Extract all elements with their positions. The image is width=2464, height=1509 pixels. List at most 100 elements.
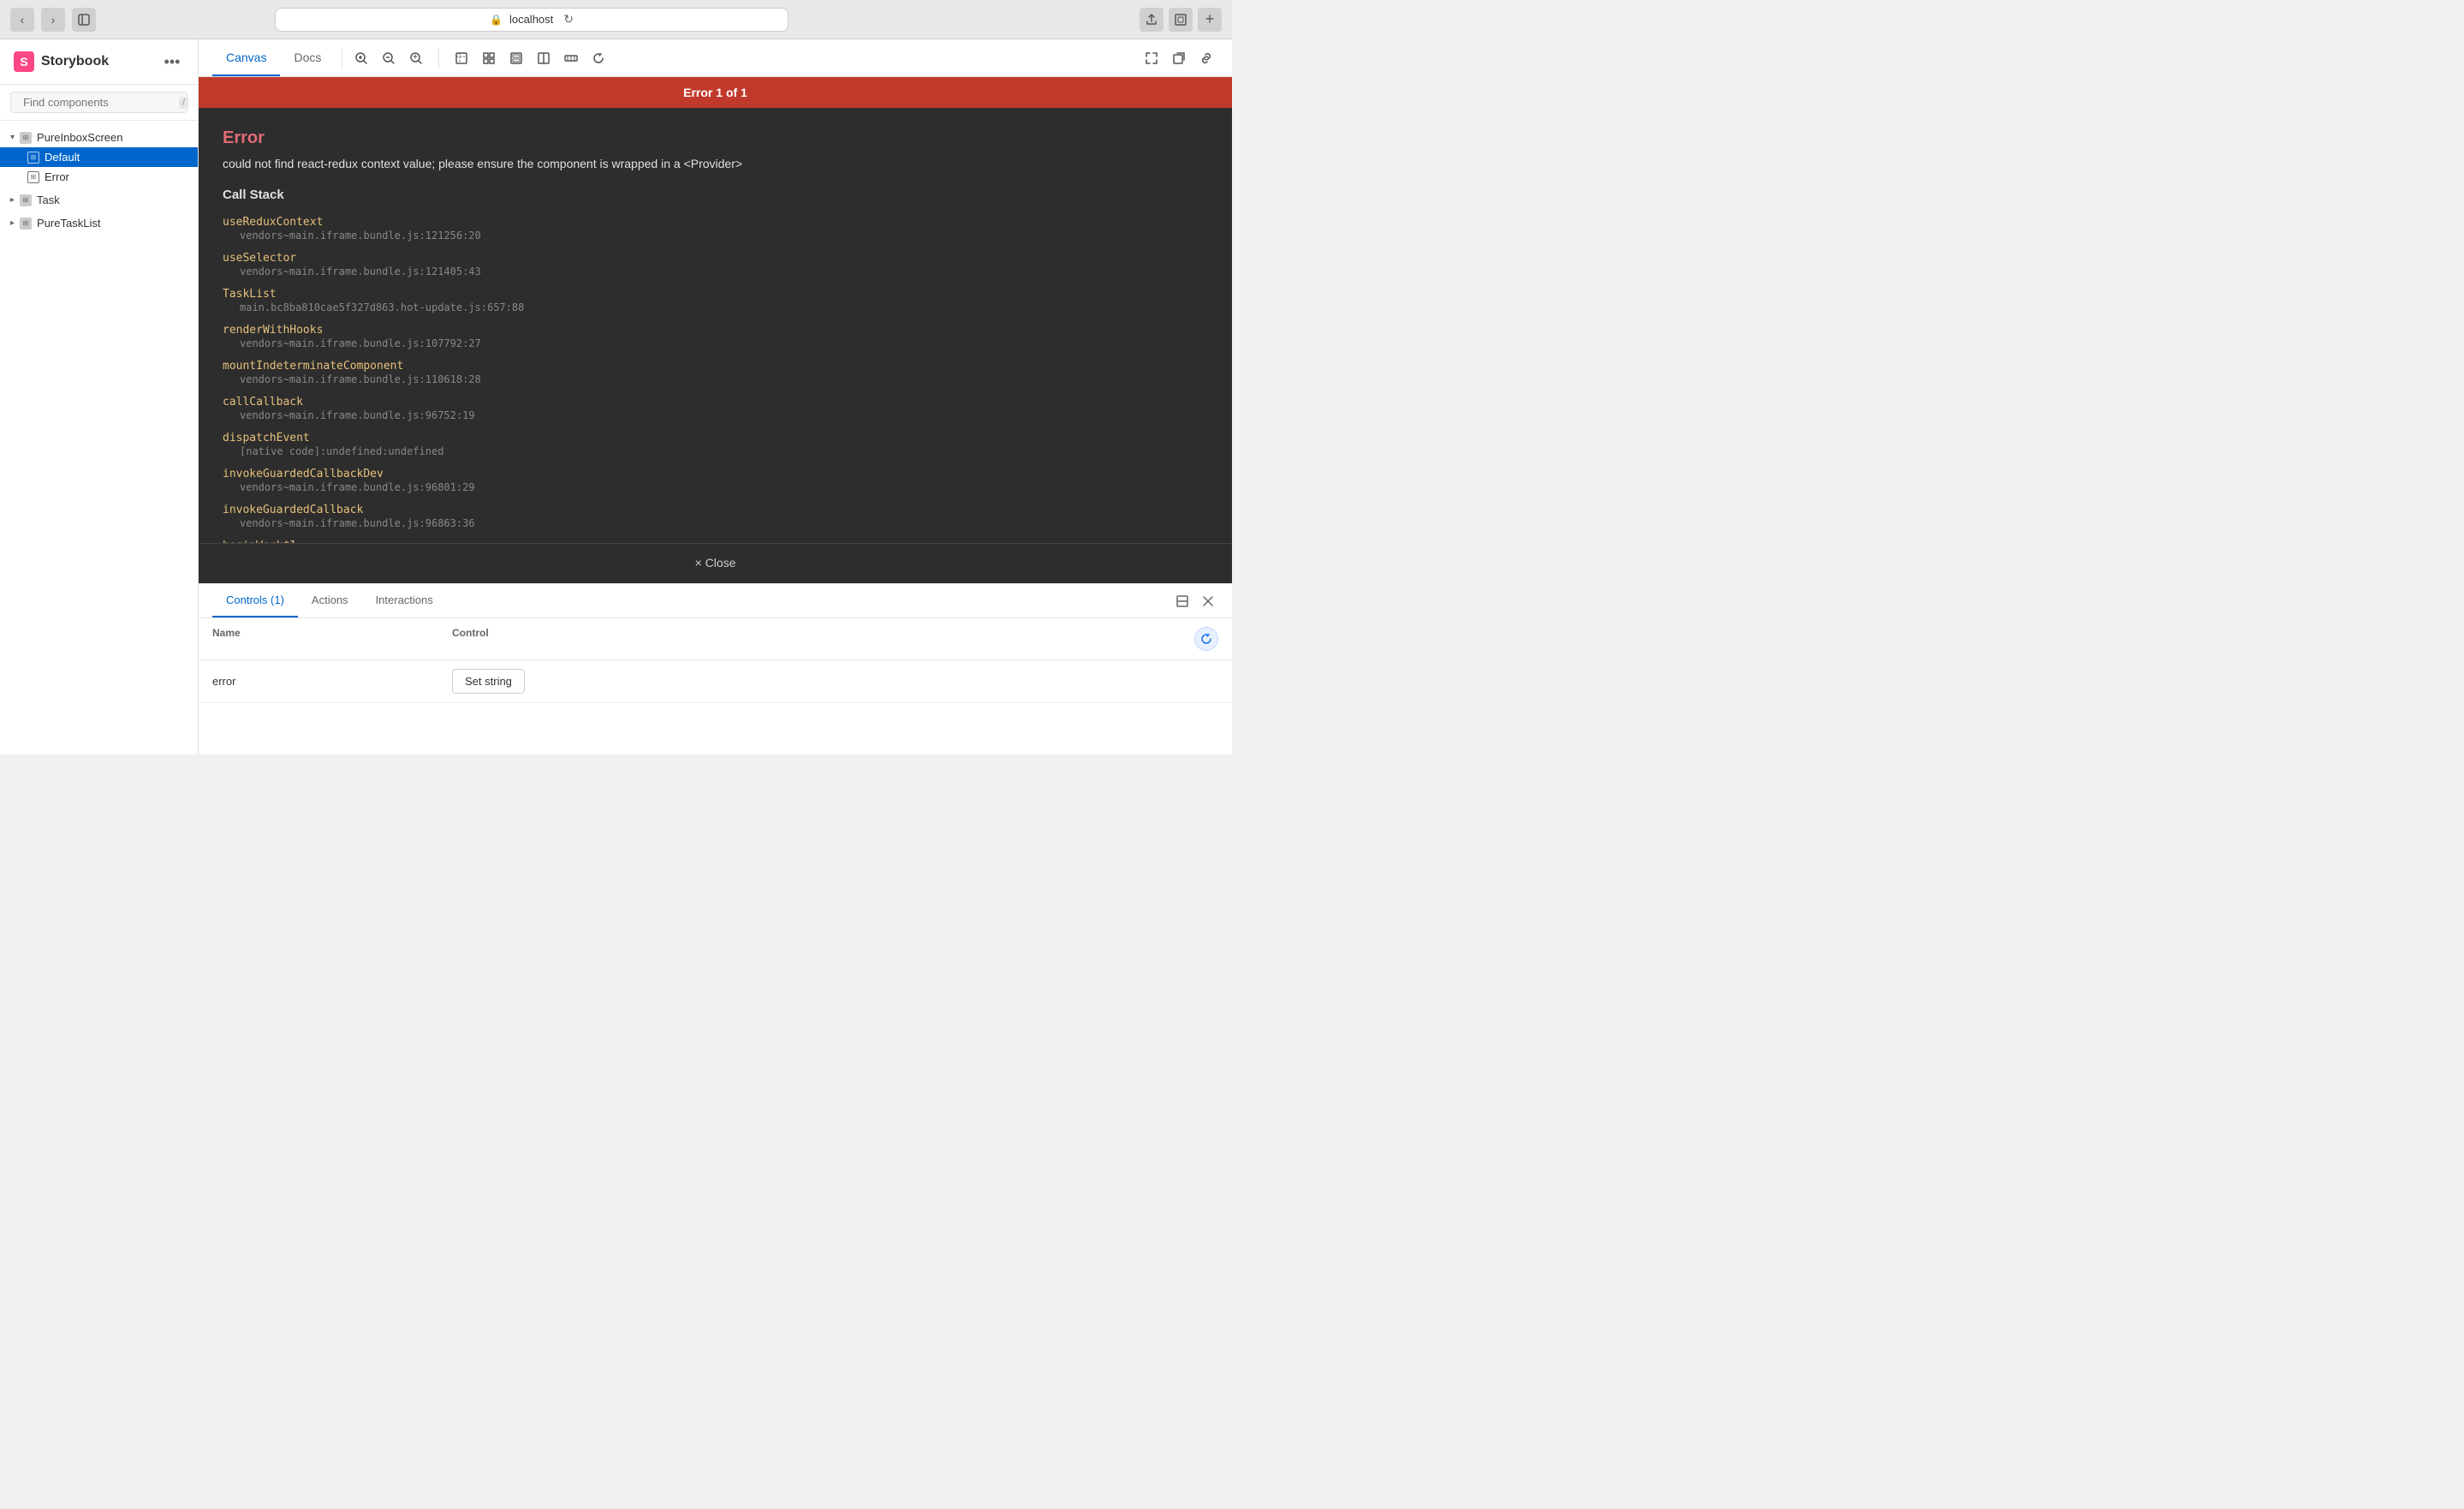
stack-item: useSelectorvendors~main.iframe.bundle.js… [223,250,1208,277]
controls-row: error Set string [199,660,1232,703]
stack-item: mountIndeterminateComponentvendors~main.… [223,358,1208,385]
bottom-tabs: Controls (1) Actions Interactions [199,584,1232,618]
nav-group-label: PureInboxScreen [37,131,122,144]
set-string-button[interactable]: Set string [452,669,525,694]
controls-header-name: Name [212,627,452,651]
expand-panel-button[interactable] [1172,591,1193,611]
grid-button[interactable] [477,46,501,70]
stack-item: invokeGuardedCallbackvendors~main.iframe… [223,502,1208,529]
stack-fn: TaskList [223,288,277,301]
error-banner: Error 1 of 1 [199,77,1232,108]
nav-group-puretasklist: ▸ ⊞ PureTaskList [0,213,198,233]
layout-button[interactable] [532,46,556,70]
component-icon: ⊞ [20,218,32,230]
stack-loc: vendors~main.iframe.bundle.js:110618:28 [223,373,1208,385]
nav-item-error[interactable]: ⊞ Error [0,167,198,187]
nav-group-header-puretasklist[interactable]: ▸ ⊞ PureTaskList [0,213,198,233]
fullscreen-canvas-button[interactable] [1140,46,1164,70]
forward-button[interactable]: › [41,8,65,32]
sidebar: S Storybook ••• / ▾ ⊞ PureInboxSc [0,39,199,754]
tab-actions[interactable]: Actions [298,584,362,617]
outline-button[interactable] [504,46,528,70]
stack-item: callCallbackvendors~main.iframe.bundle.j… [223,394,1208,421]
browser-chrome: ‹ › 🔒 localhost ↻ + [0,0,1232,39]
call-stack-title: Call Stack [223,188,1208,202]
toolbar-divider-2 [438,48,439,69]
controls-header-control: Control [452,627,1194,651]
control-name-error: error [212,675,452,688]
sidebar-logo: S Storybook [14,51,109,72]
tab-canvas[interactable]: Canvas [212,39,280,76]
stack-loc: vendors~main.iframe.bundle.js:121256:20 [223,230,1208,242]
sidebar-menu-button[interactable]: ••• [160,50,184,74]
back-button[interactable]: ‹ [10,8,34,32]
address-bar[interactable]: 🔒 localhost ↻ [275,8,789,32]
search-wrapper: / [10,92,187,113]
stack-fn: useReduxContext [223,216,323,229]
add-tab-button[interactable]: + [1198,8,1222,32]
story-icon: ⊞ [27,152,39,164]
error-content: Error could not find react-redux context… [199,108,1232,543]
sidebar-header: S Storybook ••• [0,39,198,85]
stack-item: dispatchEvent[native code]:undefined:und… [223,430,1208,457]
story-icon: ⊞ [27,171,39,183]
reload-button[interactable]: ↻ [563,12,574,27]
nav-group-header-task[interactable]: ▸ ⊞ Task [0,190,198,210]
tab-interactions[interactable]: Interactions [362,584,447,617]
nav-group-header-pureinboxscreen[interactable]: ▾ ⊞ PureInboxScreen [0,128,198,147]
address-text: localhost [509,13,553,26]
nav-item-label: Default [45,151,80,164]
reload-button[interactable] [586,46,610,70]
link-button[interactable] [1194,46,1218,70]
error-banner-text: Error 1 of 1 [683,86,747,99]
stack-item: renderWithHooksvendors~main.iframe.bundl… [223,322,1208,349]
stack-loc: vendors~main.iframe.bundle.js:96752:19 [223,409,1208,421]
bottom-panel: Controls (1) Actions Interactions [199,583,1232,754]
stack-loc: [native code]:undefined:undefined [223,445,1208,457]
toolbar: Canvas Docs [199,39,1232,77]
security-icon: 🔒 [490,14,503,26]
bottom-tab-right-actions [1172,591,1218,611]
canvas-area: Error 1 of 1 Error could not find react-… [199,77,1232,583]
storybook-logo-icon: S [14,51,34,72]
stack-fn: invokeGuardedCallbackDev [223,468,384,480]
search-input[interactable] [23,96,174,109]
close-panel-button[interactable] [1198,591,1218,611]
tab-controls[interactable]: Controls (1) [212,584,298,617]
reset-controls-button[interactable] [1194,627,1218,651]
stack-fn: renderWithHooks [223,324,323,337]
stack-loc: vendors~main.iframe.bundle.js:121405:43 [223,265,1208,277]
zoom-out-button[interactable] [377,46,401,70]
error-title: Error [223,128,1208,148]
sidebar-toggle-button[interactable] [72,8,96,32]
sidebar-nav: ▾ ⊞ PureInboxScreen ⊞ Default ⊞ Error ▸ … [0,121,198,754]
stack-loc: vendors~main.iframe.bundle.js:96801:29 [223,481,1208,493]
storybook-logo-text: Storybook [41,54,109,69]
stack-fn: dispatchEvent [223,432,310,444]
background-button[interactable] [449,46,473,70]
zoom-in-button[interactable] [349,46,373,70]
zoom-reset-button[interactable] [404,46,428,70]
nav-item-default[interactable]: ⊞ Default [0,147,198,167]
browser-right-buttons: + [1140,8,1222,32]
nav-group-label: Task [37,194,60,206]
chevron-right-icon: ▸ [10,195,15,205]
nav-group-pureinboxscreen: ▾ ⊞ PureInboxScreen ⊞ Default ⊞ Error [0,128,198,187]
stack-fn: invokeGuardedCallback [223,504,363,516]
error-message: could not find react-redux context value… [223,157,1208,170]
nav-group-task: ▸ ⊞ Task [0,190,198,210]
controls-header: Name Control [199,618,1232,660]
stack-fn: callCallback [223,396,303,409]
nav-group-label: PureTaskList [37,217,100,230]
nav-item-label: Error [45,170,69,183]
controls-table: Name Control error Set string [199,618,1232,703]
open-new-tab-button[interactable] [1167,46,1191,70]
measure-button[interactable] [559,46,583,70]
chevron-down-icon: ▾ [10,133,15,142]
fullscreen-button[interactable] [1169,8,1193,32]
share-button[interactable] [1140,8,1164,32]
toolbar-tabs: Canvas Docs [212,39,335,76]
tab-docs[interactable]: Docs [280,39,335,76]
close-button[interactable]: × Close [695,556,736,570]
stack-fn: mountIndeterminateComponent [223,360,403,373]
